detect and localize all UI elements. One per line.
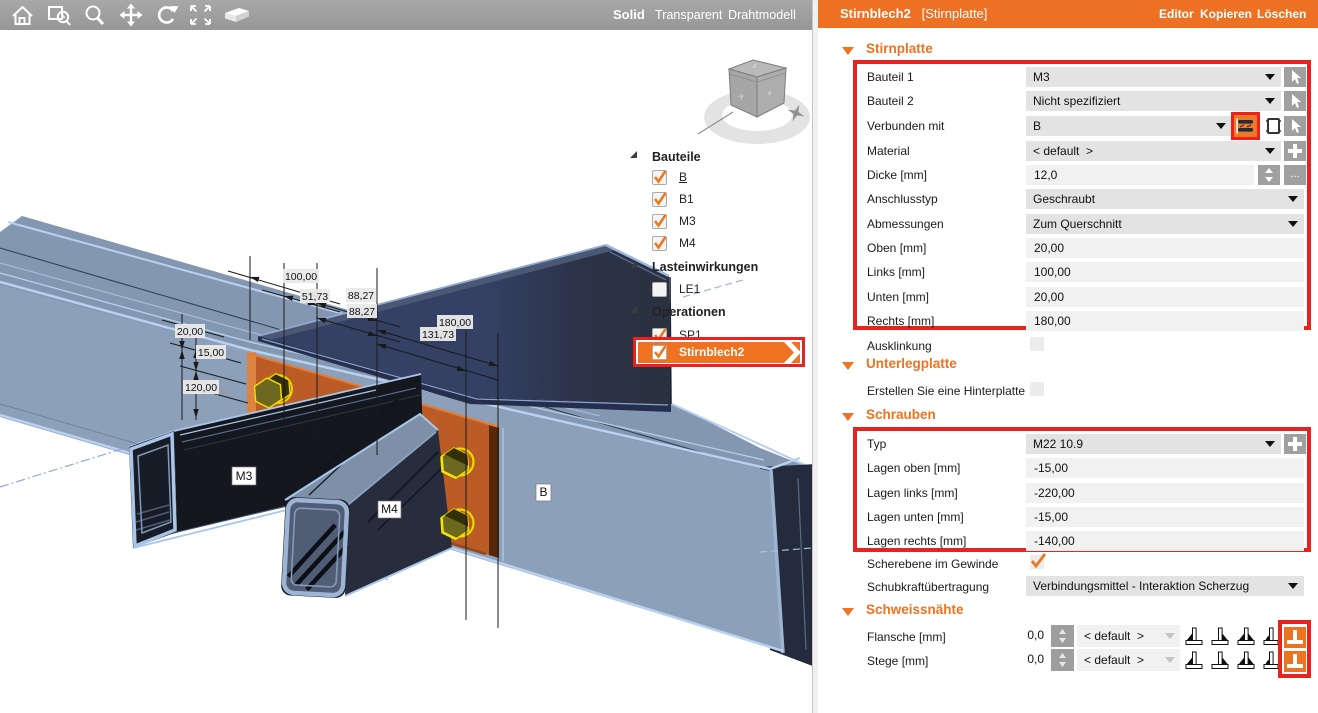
svg-text:B: B xyxy=(539,485,547,499)
svg-text:120,00: 120,00 xyxy=(185,382,217,394)
svg-text:20,00: 20,00 xyxy=(177,326,203,338)
svg-text:131,73: 131,73 xyxy=(422,329,454,341)
svg-text:88,27: 88,27 xyxy=(349,306,375,318)
svg-text:-y: -y xyxy=(738,93,744,100)
svg-text:51,73: 51,73 xyxy=(302,291,328,303)
svg-text:-z: -z xyxy=(751,63,756,70)
svg-text:15,00: 15,00 xyxy=(198,347,224,359)
svg-text:M4: M4 xyxy=(381,502,398,516)
svg-text:88,27: 88,27 xyxy=(348,290,374,302)
svg-text:M3: M3 xyxy=(236,469,253,483)
svg-text:100,00: 100,00 xyxy=(285,271,317,283)
